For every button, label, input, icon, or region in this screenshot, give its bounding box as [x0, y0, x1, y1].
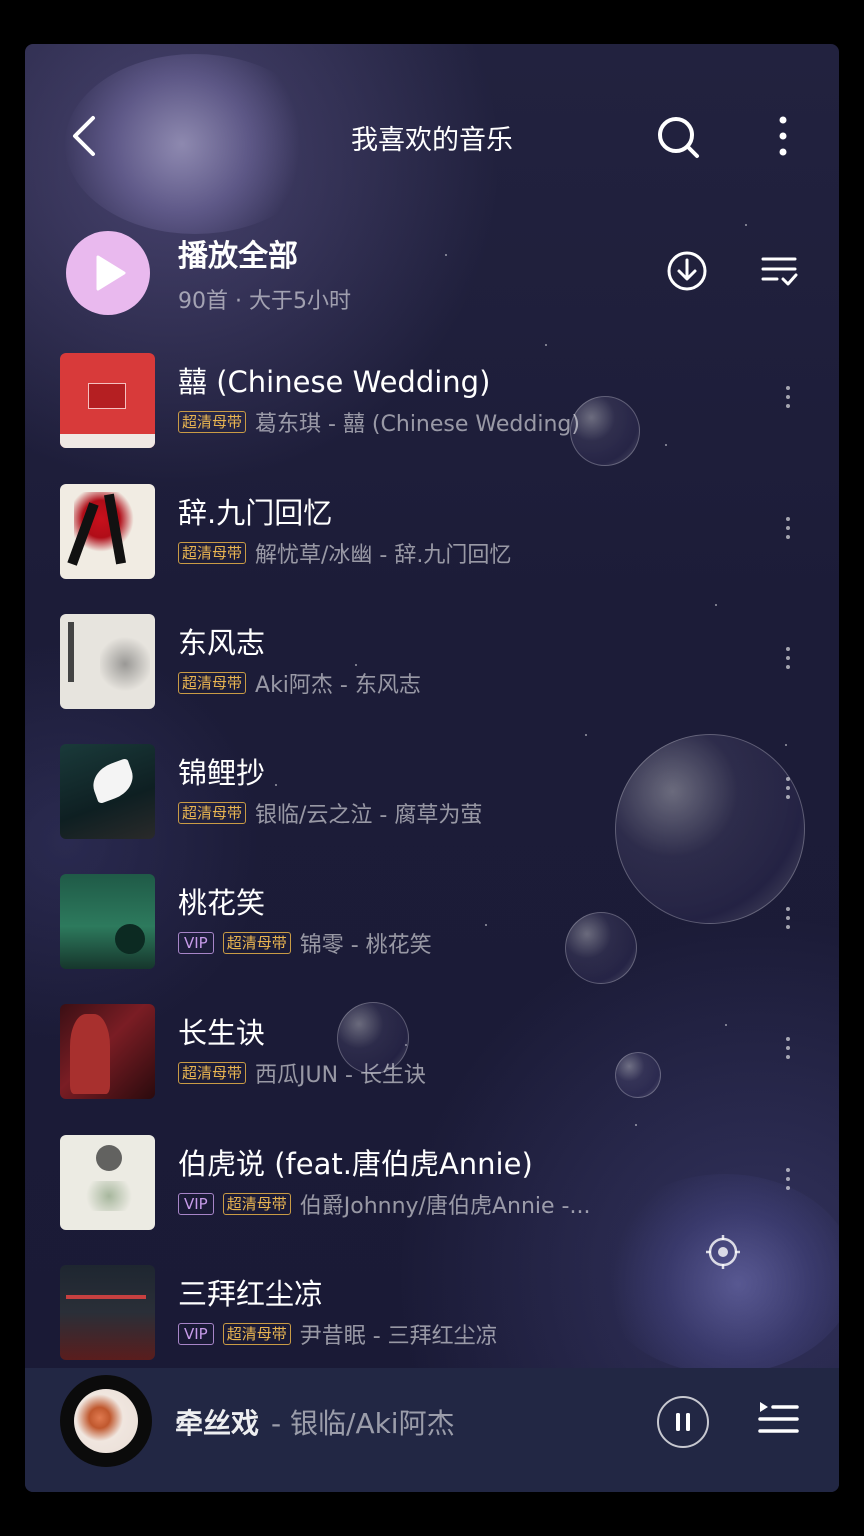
song-meta: 超清母带 银临/云之泣 - 腐草为萤 [178, 798, 482, 828]
quality-badge: 超清母带 [178, 542, 247, 564]
song-more-button[interactable] [779, 381, 797, 421]
download-icon [667, 251, 707, 291]
quality-badge: 超清母带 [222, 932, 291, 954]
song-row[interactable]: 三拜红尘凉 VIP 超清母带 尹昔眠 - 三拜红尘凉 [25, 1265, 839, 1375]
song-title: 囍 (Chinese Wedding) [178, 365, 491, 399]
album-cover [60, 614, 155, 709]
playlist-button[interactable] [757, 1398, 799, 1440]
play-all-button[interactable] [66, 231, 150, 315]
now-playing-cover [74, 1389, 138, 1453]
app-screen: 我喜欢的音乐 播放全部 90首 · 大于5小时 囍 (Chinese Weddi… [25, 44, 839, 1492]
song-more-button[interactable] [779, 642, 797, 682]
more-vertical-icon [779, 116, 787, 156]
album-cover [60, 484, 155, 579]
now-playing-artist: - 银临/Aki阿杰 [271, 1407, 455, 1440]
song-artist-album: 尹昔眠 - 三拜红尘凉 [299, 1324, 498, 1349]
song-meta: VIP 超清母带 尹昔眠 - 三拜红尘凉 [178, 1319, 498, 1349]
song-artist-album: 解忧草/冰幽 - 辞.九门回忆 [255, 543, 512, 568]
vip-badge: VIP [178, 932, 214, 954]
song-title: 桃花笑 [178, 886, 266, 920]
song-row[interactable]: 长生诀 超清母带 西瓜JUN - 长生诀 [25, 1004, 839, 1114]
top-bar: 我喜欢的音乐 [25, 44, 839, 224]
song-artist-album: 银临/云之泣 - 腐草为萤 [255, 803, 483, 828]
song-more-button[interactable] [779, 902, 797, 942]
playlist-summary: 90首 · 大于5小时 [178, 289, 351, 314]
album-cover [60, 1265, 155, 1360]
locate-playing-button[interactable] [705, 1234, 741, 1270]
song-title: 长生诀 [178, 1016, 266, 1050]
quality-badge: 超清母带 [178, 1062, 247, 1084]
song-more-button[interactable] [779, 1163, 797, 1203]
mini-player[interactable]: 牵丝戏 - 银临/Aki阿杰 [25, 1368, 839, 1492]
play-all-label: 播放全部 [178, 239, 298, 274]
target-icon [706, 1235, 740, 1269]
album-cover [60, 353, 155, 448]
now-playing-title: 牵丝戏 [175, 1407, 260, 1440]
vip-badge: VIP [178, 1323, 214, 1345]
song-meta: VIP 超清母带 伯爵Johnny/唐伯虎Annie -... [178, 1189, 590, 1219]
song-meta: 超清母带 西瓜JUN - 长生诀 [178, 1058, 426, 1088]
pause-button[interactable] [657, 1396, 709, 1448]
song-title: 三拜红尘凉 [178, 1277, 324, 1311]
song-more-button[interactable] [779, 1032, 797, 1072]
song-artist-album: 西瓜JUN - 长生诀 [255, 1063, 426, 1088]
sort-button[interactable] [759, 251, 799, 291]
more-options-button[interactable] [771, 114, 795, 158]
album-cover [60, 1135, 155, 1230]
quality-badge: 超清母带 [178, 672, 247, 694]
song-meta: 超清母带 Aki阿杰 - 东风志 [178, 668, 421, 698]
quality-badge: 超清母带 [222, 1193, 291, 1215]
song-artist-album: 锦零 - 桃花笑 [299, 933, 432, 958]
album-cover [60, 744, 155, 839]
download-button[interactable] [665, 249, 709, 293]
song-more-button[interactable] [779, 772, 797, 812]
song-row[interactable]: 伯虎说 (feat.唐伯虎Annie) VIP 超清母带 伯爵Johnny/唐伯… [25, 1135, 839, 1245]
pause-icon [676, 1413, 690, 1431]
song-meta: 超清母带 葛东琪 - 囍 (Chinese Wedding) [178, 407, 580, 437]
search-icon [658, 117, 699, 158]
sort-list-icon [761, 257, 798, 286]
album-cover [60, 1004, 155, 1099]
playlist-icon [758, 1402, 799, 1433]
song-meta: 超清母带 解忧草/冰幽 - 辞.九门回忆 [178, 538, 511, 568]
song-more-button[interactable] [779, 512, 797, 552]
vip-badge: VIP [178, 1193, 214, 1215]
song-title: 辞.九门回忆 [178, 496, 333, 530]
song-row[interactable]: 桃花笑 VIP 超清母带 锦零 - 桃花笑 [25, 874, 839, 984]
song-title: 伯虎说 (feat.唐伯虎Annie) [178, 1147, 533, 1181]
song-row[interactable]: 囍 (Chinese Wedding) 超清母带 葛东琪 - 囍 (Chines… [25, 353, 839, 463]
song-artist-album: Aki阿杰 - 东风志 [255, 673, 421, 698]
song-artist-album: 葛东琪 - 囍 (Chinese Wedding) [255, 412, 580, 437]
quality-badge: 超清母带 [178, 802, 247, 824]
song-row[interactable]: 锦鲤抄 超清母带 银临/云之泣 - 腐草为萤 [25, 744, 839, 854]
quality-badge: 超清母带 [178, 411, 247, 433]
song-row[interactable]: 东风志 超清母带 Aki阿杰 - 东风志 [25, 614, 839, 724]
quality-badge: 超清母带 [222, 1323, 291, 1345]
now-playing-disc[interactable] [60, 1375, 152, 1467]
song-row[interactable]: 辞.九门回忆 超清母带 解忧草/冰幽 - 辞.九门回忆 [25, 484, 839, 594]
song-artist-album: 伯爵Johnny/唐伯虎Annie -... [299, 1194, 591, 1219]
play-all-row[interactable]: 播放全部 90首 · 大于5小时 [25, 227, 839, 337]
song-title: 东风志 [178, 626, 266, 660]
song-title: 锦鲤抄 [178, 756, 266, 790]
play-icon [96, 255, 126, 291]
search-button[interactable] [655, 114, 701, 160]
album-cover [60, 874, 155, 969]
page-title: 我喜欢的音乐 [351, 125, 513, 156]
song-meta: VIP 超清母带 锦零 - 桃花笑 [178, 928, 432, 958]
